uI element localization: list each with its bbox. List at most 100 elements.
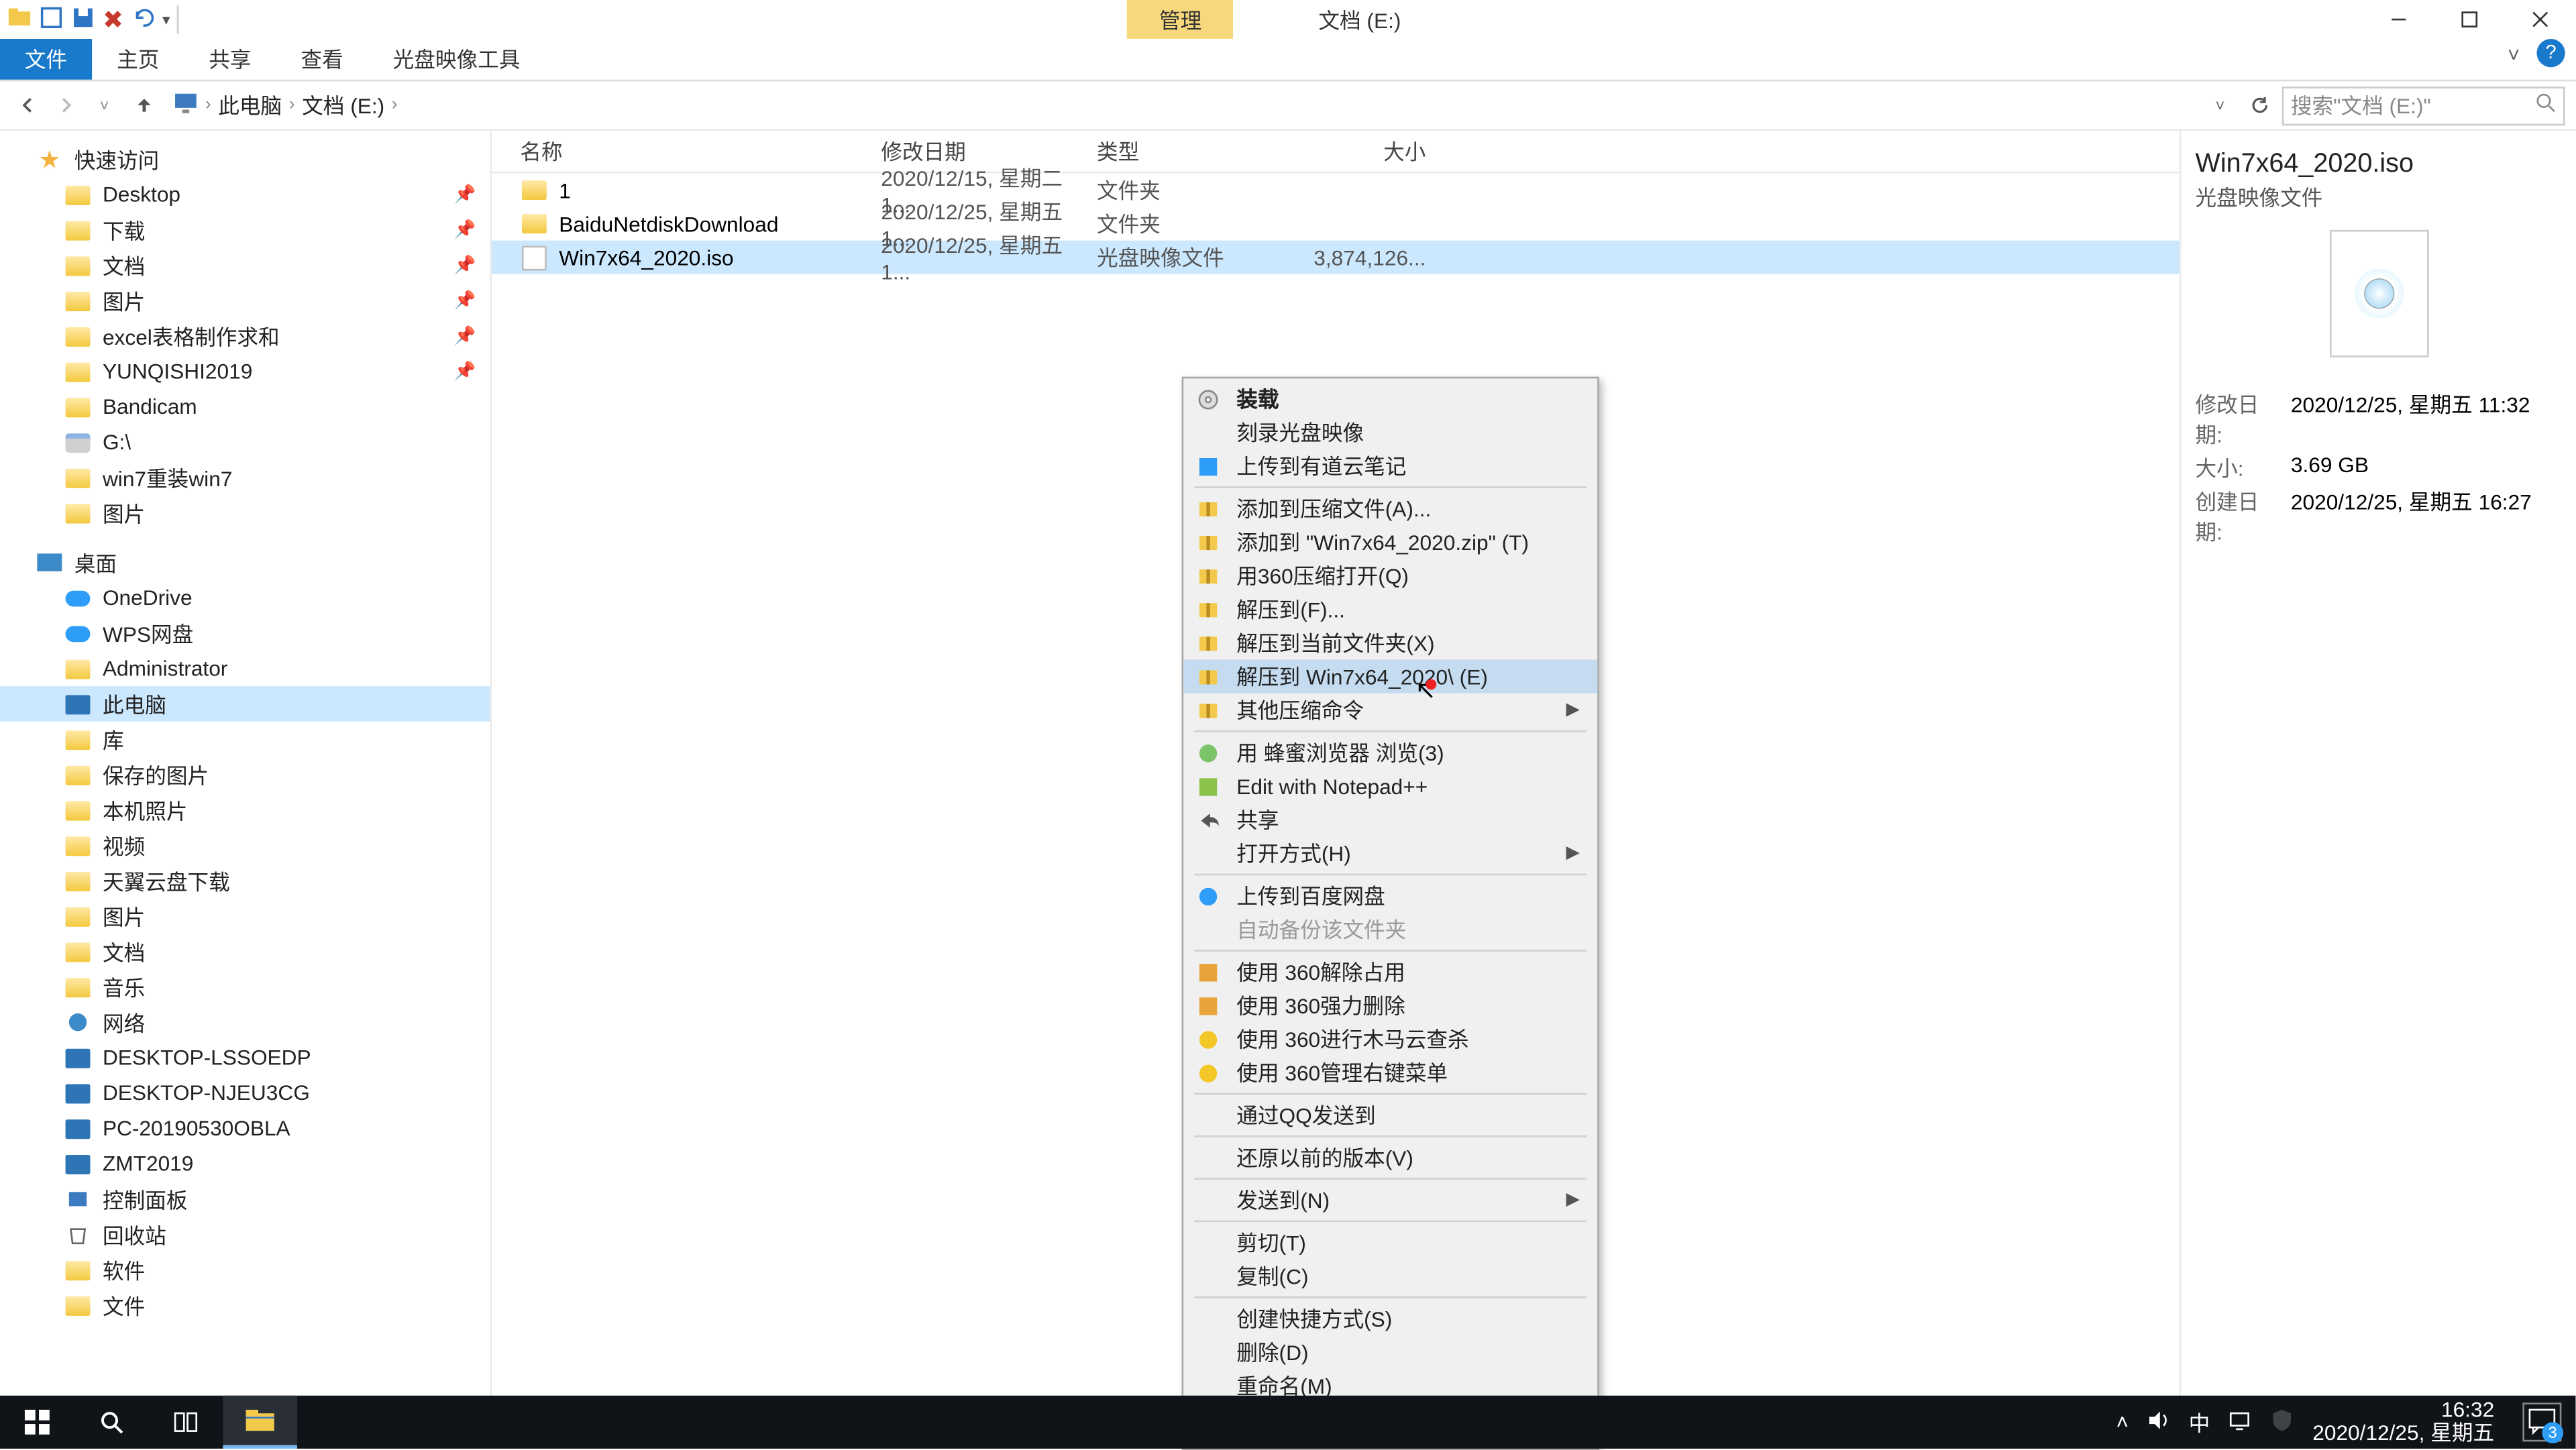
- nav-item[interactable]: ★快速访问: [0, 142, 490, 177]
- tray-volume-icon[interactable]: [2146, 1407, 2171, 1437]
- nav-item[interactable]: PC-20190530OBLA: [0, 1111, 490, 1146]
- nav-item[interactable]: 图片: [0, 495, 490, 531]
- context-menu-item[interactable]: 删除(D): [1183, 1335, 1597, 1369]
- col-type[interactable]: 类型: [1097, 136, 1281, 166]
- col-size[interactable]: 大小: [1281, 136, 1440, 166]
- nav-item[interactable]: 本机照片: [0, 792, 490, 828]
- nav-item[interactable]: 下载📌: [0, 212, 490, 247]
- taskbar[interactable]: ˄ 中 16:32 2020/12/25, 星期五 3: [0, 1396, 2575, 1449]
- nav-item[interactable]: 网络: [0, 1005, 490, 1040]
- ribbon-tab-file[interactable]: 文件: [0, 39, 92, 80]
- context-menu-item[interactable]: 用360压缩打开(Q): [1183, 559, 1597, 592]
- nav-forward-button[interactable]: [50, 89, 81, 121]
- context-menu-item[interactable]: 使用 360进行木马云查杀: [1183, 1022, 1597, 1056]
- ribbon-collapse-icon[interactable]: ˅: [2498, 39, 2529, 70]
- nav-item[interactable]: DESKTOP-NJEU3CG: [0, 1075, 490, 1111]
- nav-item[interactable]: 文档📌: [0, 247, 490, 283]
- refresh-button[interactable]: [2243, 89, 2275, 121]
- context-menu-item[interactable]: 发送到(N)▶: [1183, 1183, 1597, 1217]
- nav-up-button[interactable]: [127, 89, 159, 121]
- nav-item[interactable]: 桌面: [0, 545, 490, 580]
- nav-item[interactable]: 文档: [0, 934, 490, 969]
- taskbar-search-button[interactable]: [74, 1396, 149, 1449]
- help-icon[interactable]: ?: [2536, 39, 2565, 67]
- column-headers[interactable]: 名称 修改日期 类型 大小: [492, 131, 2180, 173]
- nav-item[interactable]: WPS网盘: [0, 616, 490, 651]
- context-menu-item[interactable]: 其他压缩命令▶: [1183, 693, 1597, 727]
- context-menu-item[interactable]: 通过QQ发送到: [1183, 1099, 1597, 1132]
- nav-item[interactable]: YUNQISHI2019📌: [0, 353, 490, 389]
- nav-item[interactable]: 图片📌: [0, 283, 490, 319]
- nav-item[interactable]: excel表格制作求和📌: [0, 319, 490, 354]
- nav-item[interactable]: 库: [0, 722, 490, 757]
- context-menu-item[interactable]: 添加到压缩文件(A)...: [1183, 492, 1597, 525]
- ribbon-contextual-tab[interactable]: 管理: [1128, 0, 1234, 39]
- context-menu-item[interactable]: 解压到 Win7x64_2020\ (E): [1183, 660, 1597, 693]
- qat-dropdown-icon[interactable]: ▾: [162, 10, 170, 30]
- nav-item[interactable]: G:\: [0, 425, 490, 460]
- nav-item[interactable]: 图片: [0, 899, 490, 934]
- nav-item[interactable]: OneDrive: [0, 580, 490, 616]
- nav-item[interactable]: 天翼云盘下载: [0, 863, 490, 899]
- tray-network-icon[interactable]: [2228, 1407, 2253, 1437]
- ribbon-tab-home[interactable]: 主页: [92, 39, 184, 80]
- breadcrumb-segment[interactable]: 此电脑: [218, 90, 282, 120]
- nav-recent-dropdown[interactable]: ˅: [89, 89, 120, 121]
- context-menu-item[interactable]: 创建快捷方式(S): [1183, 1302, 1597, 1335]
- nav-item[interactable]: 保存的图片: [0, 757, 490, 793]
- context-menu-item[interactable]: 添加到 "Win7x64_2020.zip" (T): [1183, 525, 1597, 559]
- nav-item[interactable]: 视频: [0, 828, 490, 863]
- tray-security-icon[interactable]: [2270, 1407, 2295, 1437]
- context-menu-item[interactable]: 使用 360强力删除: [1183, 989, 1597, 1022]
- qat-item[interactable]: [39, 5, 64, 35]
- nav-pane[interactable]: ★快速访问Desktop📌下载📌文档📌图片📌excel表格制作求和📌YUNQIS…: [0, 131, 492, 1410]
- breadcrumb[interactable]: › 此电脑 › 文档 (E:) ›: [166, 90, 2197, 120]
- nav-back-button[interactable]: [11, 89, 42, 121]
- system-tray[interactable]: ˄ 中 16:32 2020/12/25, 星期五 3: [2116, 1399, 2575, 1446]
- context-menu-item[interactable]: 共享: [1183, 803, 1597, 836]
- context-menu-item[interactable]: 复制(C): [1183, 1260, 1597, 1293]
- context-menu-item[interactable]: 装载: [1183, 382, 1597, 416]
- tray-ime-indicator[interactable]: 中: [2189, 1407, 2210, 1437]
- ribbon-tab-disc-tools[interactable]: 光盘映像工具: [368, 39, 545, 80]
- nav-item[interactable]: DESKTOP-LSSOEDP: [0, 1040, 490, 1076]
- file-list[interactable]: 12020/12/15, 星期二 1...文件夹BaiduNetdiskDown…: [492, 173, 2180, 274]
- context-menu-item[interactable]: 还原以前的版本(V): [1183, 1141, 1597, 1174]
- search-input[interactable]: 搜索"文档 (E:)": [2282, 86, 2565, 125]
- taskbar-explorer-button[interactable]: [223, 1396, 297, 1449]
- nav-item[interactable]: 文件: [0, 1288, 490, 1323]
- col-name[interactable]: 名称: [492, 136, 881, 166]
- context-menu-item[interactable]: 使用 360管理右键菜单: [1183, 1056, 1597, 1089]
- nav-item[interactable]: ZMT2019: [0, 1146, 490, 1182]
- close-button[interactable]: [2505, 0, 2575, 39]
- file-row[interactable]: 12020/12/15, 星期二 1...文件夹: [492, 173, 2180, 207]
- nav-item[interactable]: Desktop📌: [0, 177, 490, 213]
- context-menu-item[interactable]: 剪切(T): [1183, 1225, 1597, 1259]
- nav-item[interactable]: 控制面板: [0, 1182, 490, 1217]
- nav-item[interactable]: 此电脑: [0, 686, 490, 722]
- nav-item[interactable]: 音乐: [0, 969, 490, 1005]
- nav-item[interactable]: win7重装win7: [0, 460, 490, 496]
- context-menu-item[interactable]: 解压到当前文件夹(X): [1183, 626, 1597, 659]
- col-date[interactable]: 修改日期: [881, 136, 1097, 166]
- nav-item[interactable]: Administrator: [0, 651, 490, 686]
- taskbar-clock[interactable]: 16:32 2020/12/25, 星期五: [2312, 1399, 2494, 1446]
- file-row[interactable]: Win7x64_2020.iso2020/12/25, 星期五 1...光盘映像…: [492, 241, 2180, 274]
- start-button[interactable]: [0, 1396, 74, 1449]
- context-menu-item[interactable]: 用 蜂蜜浏览器 浏览(3): [1183, 736, 1597, 769]
- breadcrumb-segment[interactable]: 文档 (E:): [302, 90, 384, 120]
- file-row[interactable]: BaiduNetdiskDownload2020/12/25, 星期五 1...…: [492, 207, 2180, 241]
- minimize-button[interactable]: [2363, 0, 2434, 39]
- context-menu-item[interactable]: 上传到百度网盘: [1183, 879, 1597, 913]
- nav-item[interactable]: 回收站: [0, 1217, 490, 1252]
- address-dropdown-icon[interactable]: ˅: [2204, 89, 2236, 121]
- context-menu-item[interactable]: 使用 360解除占用: [1183, 955, 1597, 989]
- maximize-button[interactable]: [2434, 0, 2505, 39]
- context-menu[interactable]: 装载刻录光盘映像上传到有道云笔记添加到压缩文件(A)...添加到 "Win7x6…: [1182, 377, 1599, 1450]
- qat-undo-icon[interactable]: [130, 5, 155, 35]
- tray-chevron-up-icon[interactable]: ˄: [2116, 1410, 2129, 1435]
- ribbon-tab-share[interactable]: 共享: [184, 39, 276, 80]
- context-menu-item[interactable]: Edit with Notepad++: [1183, 769, 1597, 803]
- context-menu-item[interactable]: 刻录光盘映像: [1183, 416, 1597, 449]
- context-menu-item[interactable]: 打开方式(H)▶: [1183, 836, 1597, 870]
